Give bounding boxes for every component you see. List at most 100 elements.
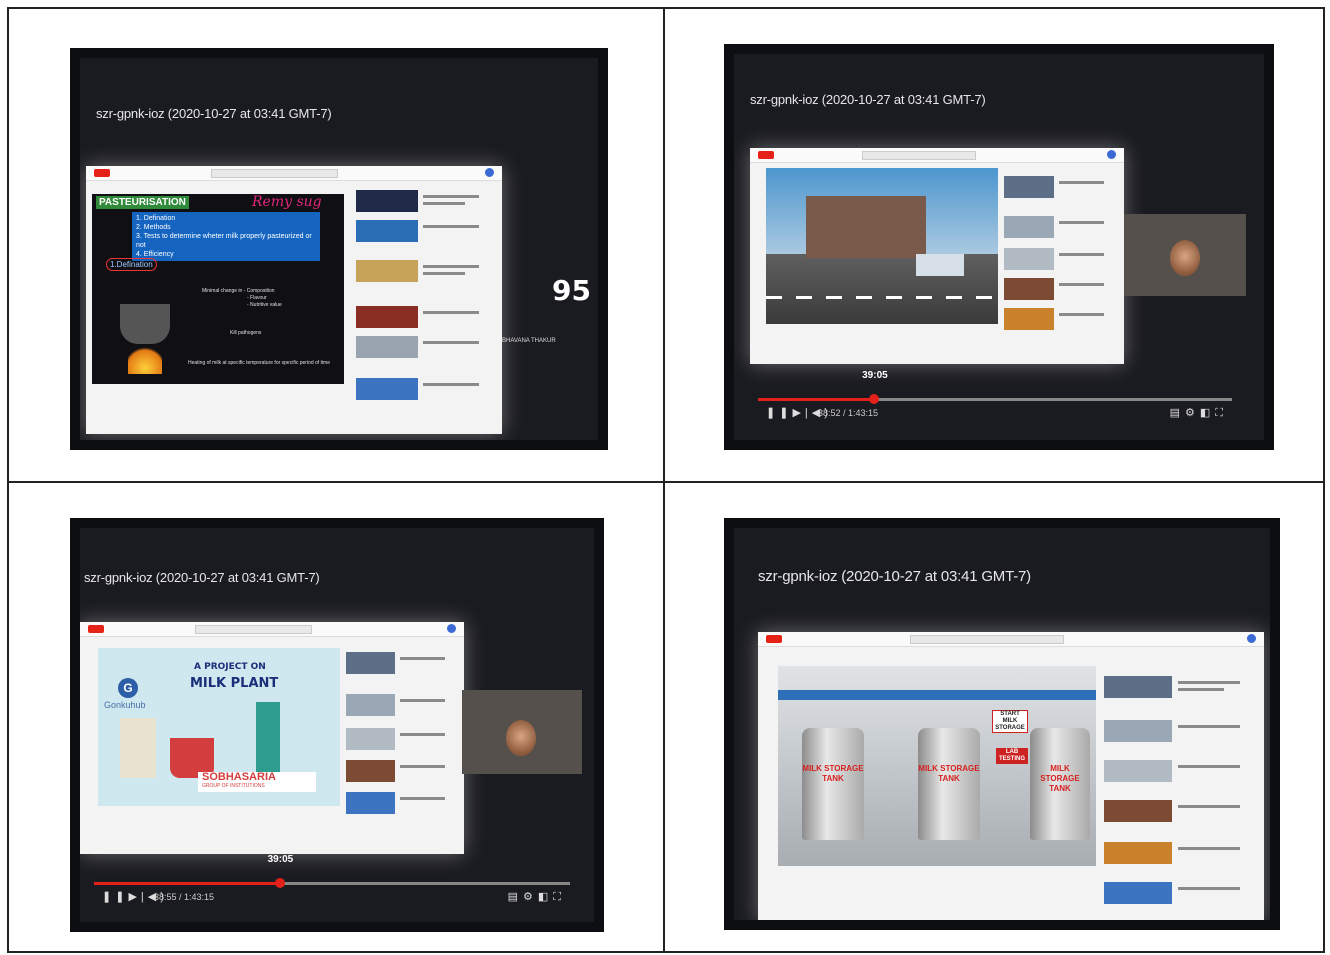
list-item[interactable] (1104, 676, 1258, 700)
video-player[interactable]: MILK STORAGE TANK MILK STORAGE TANK MILK… (778, 666, 1096, 866)
youtube-topbar (750, 148, 1124, 163)
avatar[interactable] (1247, 634, 1256, 643)
slide-title: PASTEURISATION (96, 196, 189, 209)
pot-illustration (120, 304, 170, 344)
photo-panel-4: szr-gpnk-ioz (2020-10-27 at 03:41 GMT-7)… (724, 518, 1280, 930)
youtube-topbar (80, 622, 464, 637)
video-player[interactable]: A PROJECT ON MILK PLANT G Gonkuhub SOBHA… (98, 648, 340, 806)
list-item[interactable] (346, 728, 458, 752)
participant-video (462, 690, 582, 774)
search-input[interactable] (195, 625, 313, 634)
progress-tooltip: 39:05 (267, 854, 294, 865)
avatar[interactable] (447, 624, 456, 633)
pause-icon[interactable]: ❚❚ (102, 891, 128, 903)
player-settings[interactable]: ▤⚙◧⛶ (508, 890, 566, 904)
list-item[interactable] (1104, 720, 1258, 744)
miniplayer-icon[interactable]: ◧ (1200, 407, 1215, 419)
slide-item: 2. Methods (136, 224, 171, 231)
logo-text: Gonkuhub (104, 700, 146, 710)
video-controls: 39:05 ❚❚▶|◀) 38:55 / 1:43:15 ▤⚙◧⛶ (94, 854, 570, 908)
thumbnail (356, 306, 418, 328)
time-display: 38:55 / 1:43:15 (154, 892, 215, 902)
list-item[interactable] (1004, 308, 1118, 332)
logo-icon: G (118, 678, 138, 698)
list-item[interactable] (1104, 882, 1258, 906)
storage-tank: MILK STORAGE TANK (1030, 728, 1090, 840)
fullscreen-icon[interactable]: ⛶ (1215, 407, 1228, 419)
storage-tank: MILK STORAGE TANK (918, 728, 980, 840)
tank-label: MILK STORAGE TANK (1040, 764, 1080, 793)
youtube-logo-icon (758, 151, 774, 159)
search-input[interactable] (862, 151, 977, 160)
list-item[interactable] (346, 792, 458, 816)
related-videos-sidebar (346, 642, 458, 848)
sponsor-subtitle: GROUP OF INSTITUTIONS (202, 783, 265, 789)
tank-label: MILK STORAGE TANK (802, 764, 864, 783)
progress-scrubber[interactable] (869, 394, 880, 404)
pause-icon[interactable]: ❚❚ (766, 407, 792, 419)
sponsor-name: SOBHASARIA (202, 771, 276, 783)
time-display: 38:52 / 1:43:15 (818, 408, 879, 418)
subtitles-icon[interactable]: ▤ (508, 891, 523, 903)
youtube-logo-icon (88, 625, 104, 633)
thumbnail (1004, 216, 1055, 238)
related-videos-sidebar (356, 190, 496, 426)
slide-highlight: 1.Defination (106, 258, 157, 271)
list-item[interactable] (346, 694, 458, 718)
photo-panel-2: szr-gpnk-ioz (2020-10-27 at 03:41 GMT-7)… (724, 44, 1274, 450)
list-item[interactable] (356, 220, 496, 244)
list-item[interactable] (346, 760, 458, 784)
slide-note: Minimal change in - Composition (202, 288, 275, 294)
photo-panel-3: szr-gpnk-ioz (2020-10-27 at 03:41 GMT-7)… (70, 518, 604, 932)
thumbnail (1004, 308, 1055, 330)
list-item[interactable] (356, 190, 496, 214)
participant-video (1124, 214, 1246, 296)
thumbnail (346, 792, 396, 814)
video-player[interactable]: PASTEURISATION Remy sug 1. Defination 2.… (92, 194, 344, 384)
avatar[interactable] (485, 168, 494, 177)
avatar[interactable] (1107, 150, 1116, 159)
slide-list: 1. Defination 2. Methods 3. Tests to det… (132, 212, 320, 261)
next-icon[interactable]: ▶| (792, 407, 811, 419)
participant-count-badge: 95 (552, 274, 591, 307)
list-item[interactable] (356, 260, 496, 284)
thumbnail (1104, 842, 1172, 864)
factory-building (806, 196, 926, 258)
gear-icon[interactable]: ⚙ (523, 891, 538, 903)
player-settings[interactable]: ▤⚙◧⛶ (1170, 406, 1228, 420)
list-item[interactable] (1004, 248, 1118, 272)
subtitles-icon[interactable]: ▤ (1170, 407, 1185, 419)
thumbnail (1104, 800, 1172, 822)
related-videos-sidebar (1104, 660, 1258, 916)
lab-testing-sign: LAB TESTING (996, 748, 1028, 764)
list-item[interactable] (356, 378, 496, 402)
fullscreen-icon[interactable]: ⛶ (553, 891, 566, 903)
list-item[interactable] (346, 652, 458, 676)
list-item[interactable] (1104, 842, 1258, 866)
thumbnail (1004, 248, 1055, 270)
truck-illustration (916, 254, 964, 276)
youtube-topbar (758, 632, 1264, 647)
video-player[interactable] (766, 168, 998, 324)
search-input[interactable] (210, 169, 338, 178)
grid-divider-vertical (663, 7, 665, 953)
list-item[interactable] (1104, 760, 1258, 784)
participant-face (506, 720, 536, 756)
slide-item: 1. Defination (136, 215, 176, 222)
meeting-title: szr-gpnk-ioz (2020-10-27 at 03:41 GMT-7) (96, 106, 332, 121)
miniplayer-icon[interactable]: ◧ (538, 891, 553, 903)
list-item[interactable] (1104, 800, 1258, 824)
list-item[interactable] (1004, 216, 1118, 240)
thumbnail (346, 652, 396, 674)
list-item[interactable] (1004, 278, 1118, 302)
thumbnail (346, 760, 396, 782)
progress-scrubber[interactable] (274, 878, 285, 888)
next-icon[interactable]: ▶| (128, 891, 147, 903)
banner-big: MILK PLANT (190, 676, 279, 691)
gear-icon[interactable]: ⚙ (1185, 407, 1200, 419)
participant-name: BHAVANA THAKUR (502, 338, 556, 344)
list-item[interactable] (1004, 176, 1118, 200)
list-item[interactable] (356, 336, 496, 360)
list-item[interactable] (356, 306, 496, 330)
search-input[interactable] (909, 635, 1064, 644)
